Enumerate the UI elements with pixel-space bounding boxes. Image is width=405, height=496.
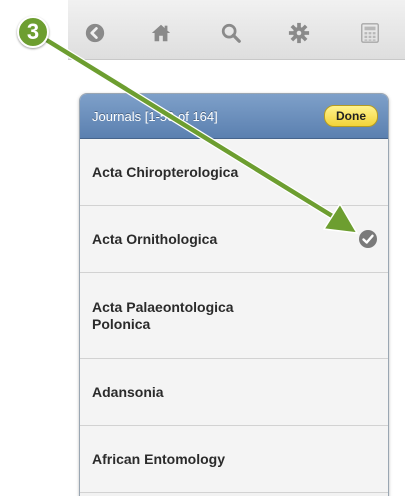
list-item-acta-chiropterologica[interactable]: Acta Chiropterologica <box>80 139 388 206</box>
journal-list: Acta Chiropterologica Acta Ornithologica… <box>80 139 388 493</box>
done-button[interactable]: Done <box>324 105 378 127</box>
screen: 3 Journals [1-50 of 164] Done Acta Chiro… <box>0 0 405 496</box>
journals-popover: Journals [1-50 of 164] Done Acta Chiropt… <box>79 93 389 496</box>
home-icon[interactable] <box>149 21 173 45</box>
list-item-african-entomology[interactable]: African Entomology <box>80 426 388 493</box>
list-item-acta-palaeontologica-polonica[interactable]: Acta Palaeontologica Polonica <box>80 273 388 359</box>
toolbar <box>68 0 405 60</box>
popover-header: Journals [1-50 of 164] Done <box>80 94 388 139</box>
journal-label: Acta Ornithologica <box>92 230 218 247</box>
popover-title: Journals [1-50 of 164] <box>92 108 218 124</box>
back-arrow-icon[interactable] <box>83 21 107 45</box>
journal-label: African Entomology <box>92 450 226 467</box>
list-item-adansonia[interactable]: Adansonia <box>80 359 388 426</box>
step-number-badge: 3 <box>17 16 49 48</box>
gear-icon[interactable] <box>287 21 311 45</box>
list-item-acta-ornithologica[interactable]: Acta Ornithologica <box>80 206 388 273</box>
search-icon[interactable] <box>219 21 243 45</box>
journal-label: Acta Palaeontologica Polonica <box>92 298 234 332</box>
checkmark-icon <box>358 229 378 249</box>
journal-label: Acta Chiropterologica <box>92 163 239 180</box>
journal-label: Adansonia <box>92 383 164 400</box>
calculator-icon[interactable] <box>358 21 382 45</box>
